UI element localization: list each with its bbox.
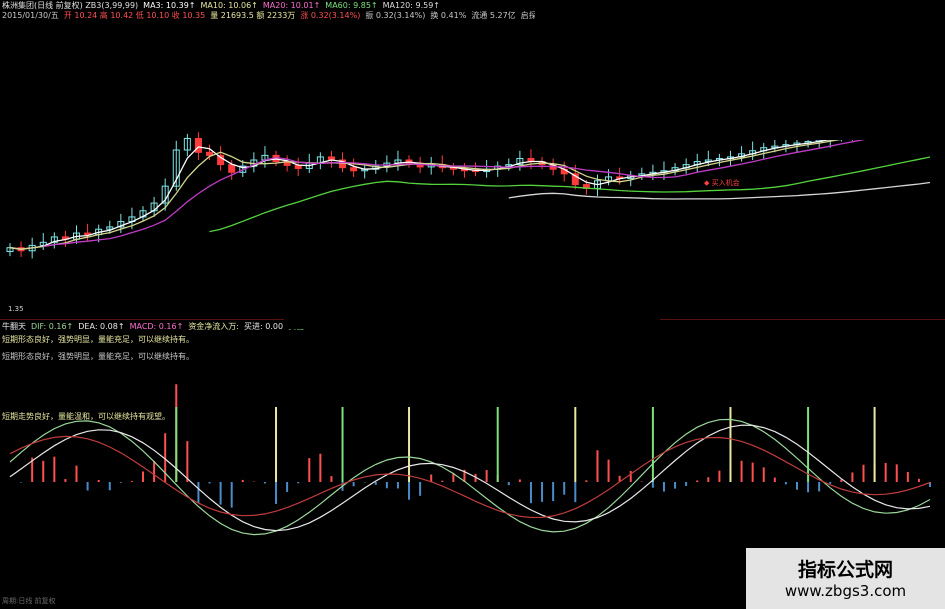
candle-body — [228, 164, 236, 173]
redaction-block-middle — [284, 279, 660, 329]
date-marker-label: 1.35 — [8, 305, 24, 313]
note-line-2: 短期形态良好，强势明显，量能充足，可以继续持有。 — [2, 352, 194, 361]
redaction-block-top — [535, 0, 945, 140]
macd-hdr-item: DEA: 0.08↑ — [78, 322, 125, 331]
macd-aux-line — [9, 435, 931, 519]
macd-hdr-item: DIF: 0.16↑ — [31, 322, 74, 331]
macd-hdr-item: 资金净流入万: — [188, 322, 240, 331]
watermark-url: www.zbgs3.com — [784, 582, 907, 600]
macd-hdr-item: 牛翻天 — [2, 322, 26, 331]
macd-hdr-item: MACD: 0.16↑ — [129, 322, 184, 331]
dea-line — [9, 424, 931, 532]
signal-point-label: ◆ 买入机会 — [704, 179, 740, 187]
note-line-3: 短期走势良好，量能温和，可以继续持有观望。 — [2, 412, 170, 421]
footer-label: 周期:日线 前复权 — [2, 597, 56, 605]
candle-body — [194, 137, 202, 153]
dif-line — [9, 418, 931, 536]
macd-hdr-item: 买进: 0.00 — [244, 322, 284, 331]
candle-body — [350, 167, 358, 172]
candle-body — [206, 151, 214, 156]
candle-body — [294, 164, 302, 169]
watermark-title: 指标公式网 — [797, 559, 893, 581]
watermark: 指标公式网 www.zbgs3.com — [746, 548, 945, 609]
note-line-1: 短期形态良好，强势明显，量能充足，可以继续持有。 — [2, 335, 194, 344]
